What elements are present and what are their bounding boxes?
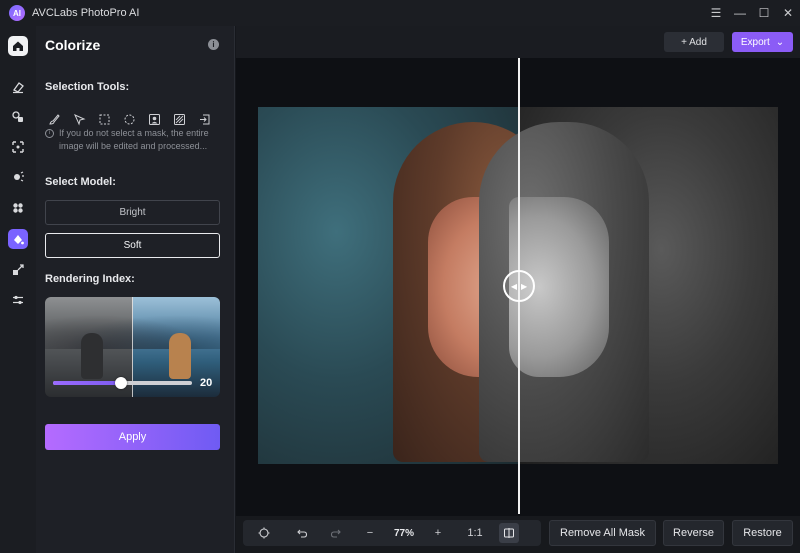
add-button[interactable]: + Add xyxy=(664,32,724,52)
zoom-level: 77% xyxy=(393,527,414,539)
model-soft-button[interactable]: Soft xyxy=(45,233,220,258)
selection-tools-label: Selection Tools: xyxy=(45,81,130,93)
rectangle-select-icon[interactable] xyxy=(95,110,113,128)
pattern-select-icon[interactable] xyxy=(170,110,188,128)
eraser-icon[interactable] xyxy=(8,77,28,97)
rendering-index-knob[interactable] xyxy=(115,377,128,389)
home-icon[interactable] xyxy=(8,36,28,56)
arrow-left-icon: ◀ xyxy=(510,281,517,291)
upscale-icon[interactable] xyxy=(8,137,28,157)
original-half xyxy=(479,107,778,464)
brush-tool-icon[interactable] xyxy=(45,110,63,128)
app-logo-icon: AI xyxy=(9,5,25,21)
apply-button[interactable]: Apply xyxy=(45,424,220,450)
model-bright-button[interactable]: Bright xyxy=(45,200,220,225)
tool-rail xyxy=(0,26,36,553)
remove-all-mask-button[interactable]: Remove All Mask xyxy=(549,520,656,546)
close-icon[interactable]: ✕ xyxy=(776,0,800,26)
preview-figure-gray xyxy=(81,333,103,379)
selection-tools xyxy=(45,110,213,128)
reverse-button[interactable]: Reverse xyxy=(663,520,724,546)
portrait-select-icon[interactable] xyxy=(145,110,163,128)
object-icon[interactable] xyxy=(8,198,28,218)
export-label: Export xyxy=(740,36,770,48)
arrow-right-icon: ▶ xyxy=(521,281,528,291)
menu-icon[interactable]: ☰ xyxy=(704,0,728,26)
canvas-area: + Add Export ⌄ ◀ ▶ − 77% + 1:1 Remove Al… xyxy=(236,26,800,553)
hint-text: If you do not select a mask, the entire … xyxy=(59,128,209,151)
export-button[interactable]: Export ⌄ xyxy=(732,32,793,52)
bottom-bar: − 77% + 1:1 Remove All Mask Reverse Rest… xyxy=(236,516,800,553)
canvas-toolbar: + Add Export ⌄ xyxy=(236,26,800,58)
rendering-index-value: 20 xyxy=(200,377,213,389)
background-remove-icon[interactable] xyxy=(8,167,28,187)
title-bar: AI AVCLabs PhotoPro AI ☰ — ☐ ✕ xyxy=(0,0,800,26)
app-title: AVCLabs PhotoPro AI xyxy=(32,7,140,19)
colorize-panel: Colorize i Selection Tools: i If you do … xyxy=(36,26,235,553)
info-icon[interactable]: i xyxy=(208,39,219,50)
select-model-label: Select Model: xyxy=(45,176,116,188)
ellipse-select-icon[interactable] xyxy=(120,110,138,128)
rendering-preview: 20 xyxy=(45,297,220,397)
selection-hint: i If you do not select a mask, the entir… xyxy=(45,127,225,153)
restore-button[interactable]: Restore xyxy=(732,520,793,546)
import-mask-icon[interactable] xyxy=(195,110,213,128)
zoom-out-button[interactable]: − xyxy=(353,520,387,546)
split-view-icon xyxy=(499,523,519,543)
adjust-icon[interactable] xyxy=(8,290,28,310)
hint-info-icon: i xyxy=(45,129,54,138)
view-controls: − 77% + 1:1 xyxy=(243,520,541,546)
panel-title: Colorize xyxy=(45,37,101,53)
compare-handle[interactable]: ◀ ▶ xyxy=(503,270,535,302)
preview-figure-color xyxy=(169,333,191,379)
redo-icon[interactable] xyxy=(319,520,353,546)
minimize-icon[interactable]: — xyxy=(728,0,752,26)
colorize-icon[interactable] xyxy=(8,229,28,249)
zoom-in-button[interactable]: + xyxy=(421,520,455,546)
lasso-pointer-icon[interactable] xyxy=(70,110,88,128)
maximize-icon[interactable]: ☐ xyxy=(752,0,776,26)
window-controls: ☰ — ☐ ✕ xyxy=(704,0,800,26)
undo-icon[interactable] xyxy=(285,520,319,546)
rendering-index-fill xyxy=(53,381,122,385)
face-enhance-icon[interactable] xyxy=(8,107,28,127)
compare-toggle[interactable] xyxy=(495,520,523,546)
rendering-index-label: Rendering Index: xyxy=(45,273,135,285)
actual-size-button[interactable]: 1:1 xyxy=(455,520,495,546)
chevron-down-icon: ⌄ xyxy=(775,36,785,48)
resize-icon[interactable] xyxy=(8,260,28,280)
fit-icon[interactable] xyxy=(243,520,285,546)
